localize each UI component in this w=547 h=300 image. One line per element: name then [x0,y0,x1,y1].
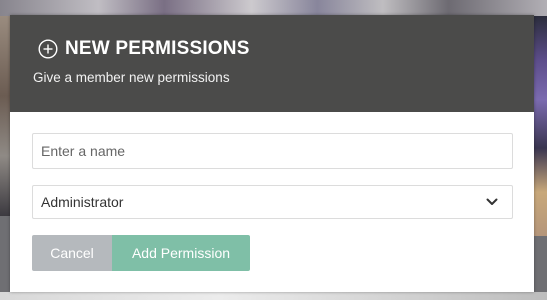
background-photo [0,0,547,16]
background-photo [534,16,547,236]
role-select[interactable]: Administrator [32,185,513,219]
cancel-button[interactable]: Cancel [32,235,112,271]
dialog-header: NEW PERMISSIONS Give a member new permis… [10,15,534,112]
dialog-body: Administrator Cancel Add Permission [10,112,534,271]
background-strip [0,292,547,300]
dialog-title: NEW PERMISSIONS [65,38,250,59]
background-photo [0,16,10,216]
chevron-down-icon [486,198,498,205]
member-name-input[interactable] [32,133,513,169]
new-permissions-dialog: NEW PERMISSIONS Give a member new permis… [10,15,534,292]
add-permission-button[interactable]: Add Permission [112,235,250,271]
dialog-subtitle: Give a member new permissions [33,70,230,85]
dialog-title-row: NEW PERMISSIONS [38,37,534,61]
dialog-actions: Cancel Add Permission [32,235,513,271]
plus-circle-icon [38,39,58,59]
role-select-value: Administrator [41,194,124,210]
